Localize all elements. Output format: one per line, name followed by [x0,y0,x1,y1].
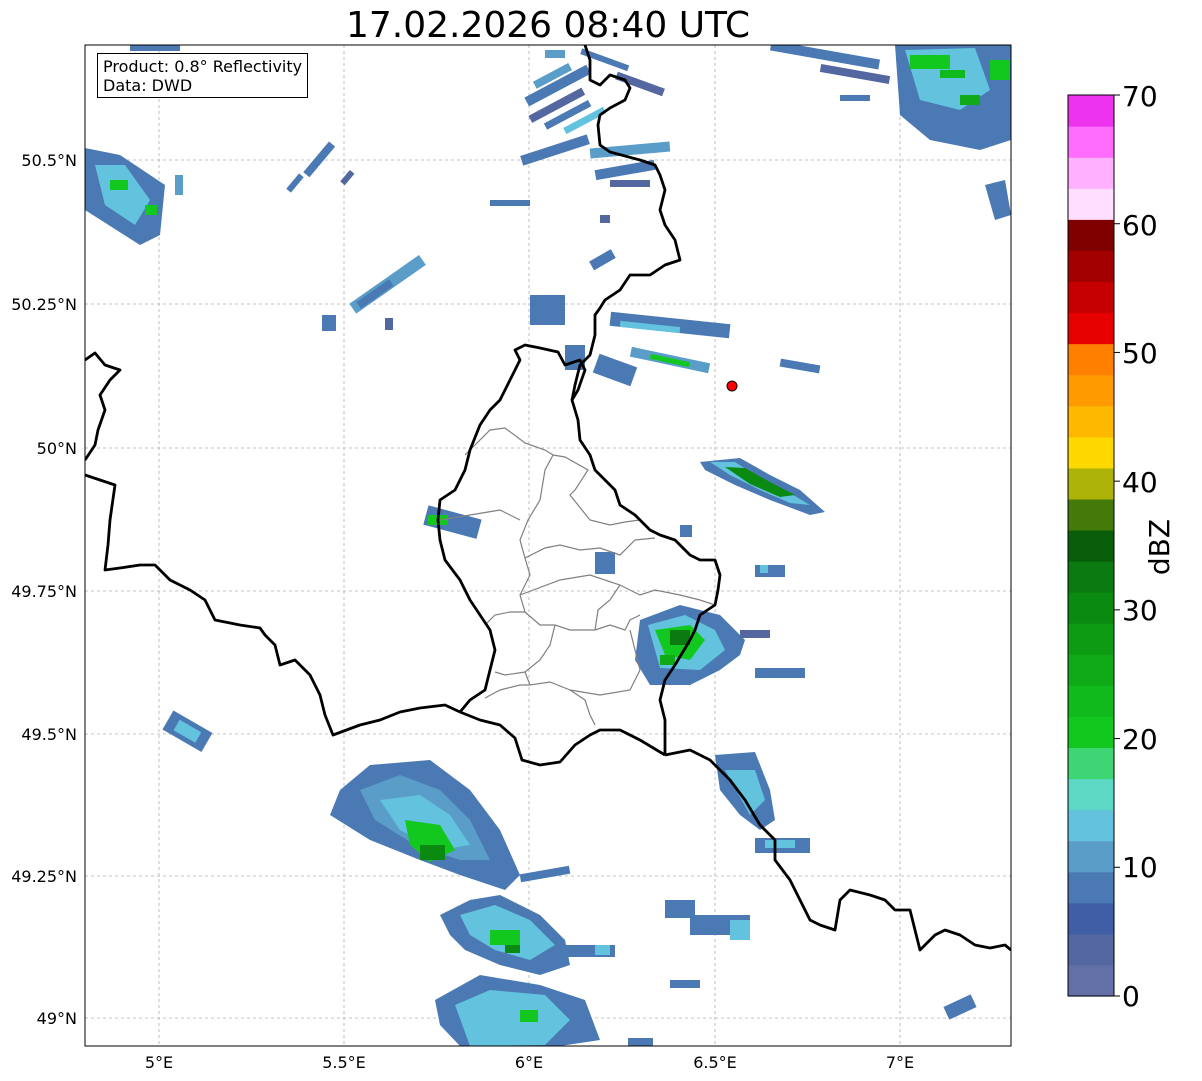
colorbar-segment [1068,840,1114,873]
colorbar-segment [1068,871,1114,904]
product-label: Product: 0.8° Reflectivity [103,57,303,76]
echo-cluster-moselle [635,605,805,685]
colorbar-segment [1068,561,1114,593]
data-source-label: Data: DWD [103,76,193,95]
colorbar-ticks [1114,94,1120,997]
colorbar-segment [1068,654,1114,686]
y-tick-label: 49.25°N [11,867,77,886]
colorbar-segment [1068,157,1114,189]
echo-band-east [423,458,825,577]
echo-cluster-south [435,895,653,1046]
y-tick-label: 50°N [37,439,77,458]
echo-cluster-eifel [565,311,821,387]
echo-cluster-northeast [769,45,1011,220]
colorbar-segment [1068,964,1114,997]
x-tick-label: 6°E [515,1053,543,1072]
colorbar-tick-label: 30 [1122,594,1158,627]
colorbar-segment [1068,312,1114,345]
x-axis: 5°E 5.5°E 6°E 6.5°E 7°E [145,1053,914,1072]
colorbar-segment [1068,592,1114,624]
x-tick-label: 5.5°E [322,1053,366,1072]
radar-map[interactable]: 5°E 5.5°E 6°E 6.5°E 7°E 50.5°N 50.25°N 5… [0,0,1202,1081]
colorbar-segment [1068,343,1114,376]
x-tick-label: 6.5°E [693,1053,737,1072]
y-axis: 50.5°N 50.25°N 50°N 49.75°N 49.5°N 49.25… [11,151,77,1028]
colorbar-segment [1068,623,1114,655]
colorbar-segment [1068,685,1114,717]
colorbar-segment [1068,933,1114,966]
colorbar-segment [1068,436,1114,469]
colorbar-segment [1068,405,1114,438]
y-tick-label: 50.25°N [11,295,77,314]
colorbar-segment [1068,250,1114,283]
colorbar-segment [1068,747,1114,780]
colorbar-segment [1068,529,1114,562]
colorbar-segment [1068,95,1114,127]
y-tick-label: 50.5°N [21,151,77,170]
colorbar-segment [1068,281,1114,314]
colorbar-segment [1068,126,1114,158]
x-tick-label: 5°E [145,1053,173,1072]
colorbar-segment [1068,219,1114,251]
colorbar-segment [1068,498,1114,531]
colorbar-segment [1068,778,1114,811]
colorbar-tick-label: 40 [1122,466,1158,499]
radar-site-marker[interactable] [726,380,738,392]
colorbar-tick-label: 70 [1122,80,1158,113]
colorbar-tick-label: 20 [1122,723,1158,756]
colorbar-segment [1068,188,1114,220]
colorbar [1068,95,1114,997]
colorbar-segment [1068,809,1114,842]
colorbar-segment [1068,467,1114,500]
colorbar-tick-label: 10 [1122,851,1158,884]
colorbar-tick-label: 0 [1122,980,1140,1013]
colorbar-tick-label: 50 [1122,337,1158,370]
colorbar-tick-label: 60 [1122,209,1158,242]
echo-cluster-saar [665,752,977,1020]
national-borders [85,45,1011,952]
product-info-box: Product: 0.8° Reflectivity Data: DWD [97,53,309,98]
echo-streaks-central-west [286,141,616,331]
x-tick-label: 7°E [886,1053,914,1072]
echo-cluster-lorraine [162,710,571,890]
y-tick-label: 49°N [37,1009,77,1028]
colorbar-segment [1068,716,1114,749]
y-tick-label: 49.5°N [21,725,77,744]
y-tick-label: 49.75°N [11,582,77,601]
echo-cluster-north-central [524,62,607,135]
colorbar-title: dBZ [1143,518,1176,576]
colorbar-segment [1068,374,1114,407]
colorbar-segment [1068,902,1114,935]
